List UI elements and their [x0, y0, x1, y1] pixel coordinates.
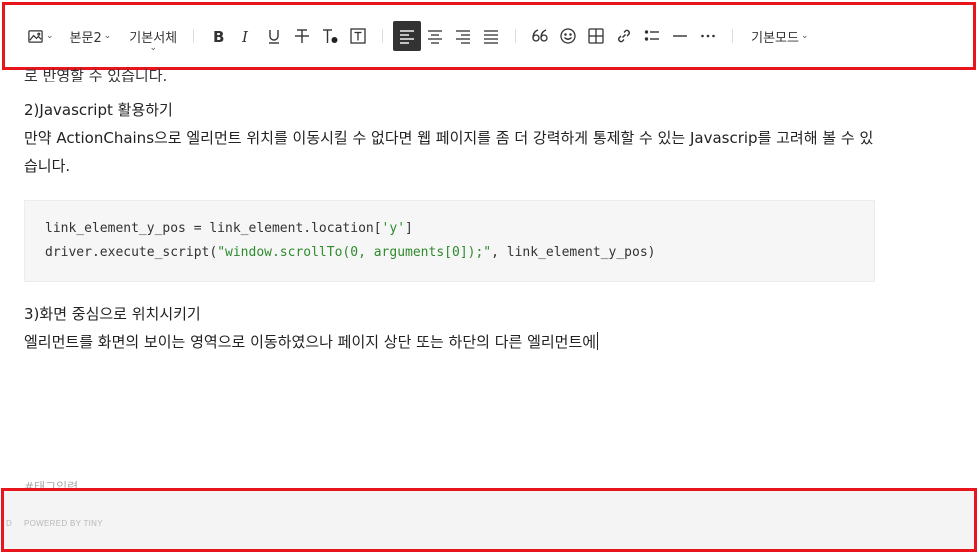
code-block[interactable]: link_element_y_pos = link_element.locati… [24, 200, 875, 282]
table-button[interactable] [582, 21, 610, 51]
partially-hidden-line: 로 반영할 수 있습니다. [24, 67, 168, 82]
italic-button[interactable]: I [232, 21, 260, 51]
horizontal-rule-button[interactable] [666, 21, 694, 51]
paragraph: 만약 ActionChains으로 엘리먼트 위치를 이동시킬 수 없다면 웹 … [24, 129, 874, 175]
chevron-down-icon: ⌄ [46, 31, 54, 41]
align-left-button[interactable] [393, 21, 422, 51]
text-cursor [597, 332, 599, 350]
underline-icon [269, 30, 280, 44]
align-center-button[interactable] [421, 21, 449, 51]
more-button[interactable] [694, 21, 722, 51]
editor-mode-label: 기본모드 [751, 30, 799, 46]
editor-toolbar: ⌄ 본문2 ⌄ 기본서체 ⌄ B I 기본모드 ⌄ [2, 2, 976, 70]
text-background-icon [350, 28, 366, 44]
align-justify-icon [484, 30, 499, 44]
section-heading-3: 3)화면 중심으로 위치시키기 [24, 305, 201, 323]
quote-button[interactable] [526, 21, 554, 51]
align-left-icon [400, 30, 415, 44]
paragraph-style-dropdown[interactable]: 본문2 ⌄ [62, 21, 120, 51]
strikethrough-button[interactable] [288, 21, 316, 51]
align-right-button[interactable] [449, 21, 477, 51]
chevron-down-icon: ⌄ [800, 31, 809, 41]
text-background-button[interactable] [344, 21, 372, 51]
list-button[interactable] [638, 21, 666, 51]
status-path: D [6, 519, 12, 528]
link-button[interactable] [610, 21, 638, 51]
powered-by-link[interactable]: POWERED BY TINY [24, 519, 103, 528]
emoji-button[interactable] [554, 21, 582, 51]
align-right-icon [456, 30, 471, 44]
paragraph-style-label: 본문2 [69, 30, 102, 46]
chevron-down-icon: ⌄ [149, 43, 157, 53]
bold-icon: B [213, 28, 224, 45]
svg-text:B: B [213, 28, 224, 45]
editor-mode-dropdown[interactable]: 기본모드 ⌄ [743, 21, 816, 51]
toolbar-divider [193, 29, 195, 43]
list-icon [644, 30, 660, 41]
svg-text:I: I [241, 28, 249, 45]
code-line: driver.execute_script("window.scrollTo(0… [45, 245, 656, 260]
text-color-icon [323, 29, 338, 43]
font-family-dropdown[interactable]: 기본서체 ⌄ [121, 21, 185, 54]
bold-button[interactable]: B [204, 21, 232, 51]
more-icon [701, 34, 715, 38]
editor-statusbar: D POWERED BY TINY [1, 488, 977, 552]
link-icon [618, 29, 631, 43]
underline-button[interactable] [260, 21, 288, 51]
table-icon [588, 28, 604, 44]
toolbar-divider [732, 29, 734, 43]
paragraph: 엘리먼트를 화면의 보이는 영역으로 이동하였으나 페이지 상단 또는 하단의 … [24, 332, 599, 351]
toolbar-divider [382, 29, 384, 43]
insert-image-dropdown[interactable]: ⌄ [25, 21, 62, 51]
editor-content[interactable]: 로 반영할 수 있습니다. 2)Javascript 활용하기 만약 Actio… [24, 62, 884, 356]
section-heading-2: 2)Javascript 활용하기 [24, 101, 173, 119]
chevron-down-icon: ⌄ [103, 31, 112, 41]
text-color-button[interactable] [316, 21, 344, 51]
strikethrough-icon [295, 29, 310, 43]
italic-icon: I [241, 28, 249, 45]
toolbar-divider [515, 29, 517, 43]
code-line: link_element_y_pos = link_element.locati… [45, 221, 413, 236]
quote-icon [532, 29, 548, 42]
image-icon [28, 29, 43, 43]
align-center-icon [428, 30, 443, 44]
align-justify-button[interactable] [477, 21, 505, 51]
horizontal-rule-icon [673, 35, 688, 37]
emoji-icon [560, 28, 576, 44]
